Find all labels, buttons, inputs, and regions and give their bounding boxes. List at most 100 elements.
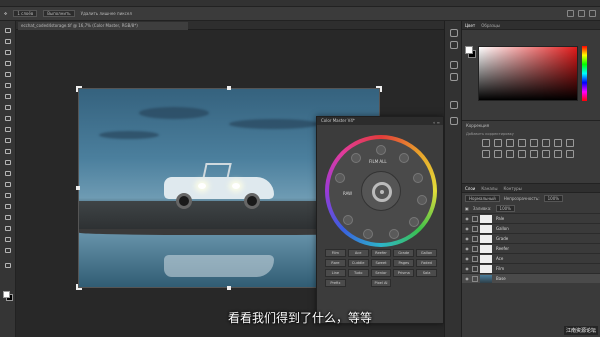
tab-layers[interactable]: Слои <box>465 186 475 191</box>
more-tools-icon[interactable] <box>4 262 12 269</box>
document-tab[interactable]: ecchat_coded4storage.tif @ 16,7% (Color … <box>18 22 188 30</box>
history-icon[interactable] <box>450 29 458 37</box>
plugin-button[interactable]: Prisma <box>393 269 415 277</box>
plugin-button[interactable]: Senior <box>370 269 392 277</box>
blend-mode-select[interactable]: Нормальный <box>465 194 500 202</box>
plugin-button[interactable]: Pixel AI <box>370 279 392 287</box>
frame-tool-icon[interactable] <box>4 82 12 89</box>
channel-mixer-icon[interactable] <box>494 150 502 158</box>
eraser-tool-icon[interactable] <box>4 148 12 155</box>
transform-handle[interactable] <box>227 286 231 290</box>
layer-row[interactable]: ◉ Gallon <box>462 223 600 233</box>
move-tool-icon[interactable]: ✥ <box>4 11 7 16</box>
color-lookup-icon[interactable] <box>506 150 514 158</box>
foreground-color-swatch[interactable] <box>3 291 10 298</box>
transform-handle-corner[interactable] <box>76 86 82 92</box>
foreground-color-swatch[interactable] <box>465 46 473 54</box>
color-wheel-dial[interactable]: FILM ALL RAW <box>325 135 437 247</box>
vibrance-icon[interactable] <box>530 139 538 147</box>
plugin-icon[interactable] <box>450 101 458 109</box>
gradient-tool-icon[interactable] <box>4 159 12 166</box>
posterize-icon[interactable] <box>530 150 538 158</box>
levels-icon[interactable] <box>494 139 502 147</box>
selective-color-icon[interactable] <box>566 150 574 158</box>
transform-button[interactable]: Выполнить <box>43 10 75 17</box>
marquee-tool-icon[interactable] <box>4 38 12 45</box>
plugin-button[interactable]: Faded <box>416 259 437 267</box>
transform-handle-corner[interactable] <box>376 86 382 92</box>
plugin-button[interactable]: Sweet <box>370 259 392 267</box>
eye-icon[interactable]: ◉ <box>462 216 472 221</box>
opacity-input[interactable]: 100% <box>543 194 564 202</box>
transform-handle[interactable] <box>76 186 80 190</box>
eyedropper-tool-icon[interactable] <box>4 93 12 100</box>
layer-row[interactable]: ◉ Ace <box>462 253 600 263</box>
plugin-button[interactable]: Pages <box>393 259 415 267</box>
curves-icon[interactable] <box>506 139 514 147</box>
plugin-button[interactable]: Prefix <box>325 279 346 287</box>
plugin-menu-icon[interactable]: « ≡ <box>433 119 440 127</box>
plugin-button[interactable]: Film <box>325 249 346 257</box>
dial-button[interactable] <box>335 173 345 183</box>
invert-icon[interactable] <box>518 150 526 158</box>
layer-row-base[interactable]: ◉ Base <box>462 273 600 283</box>
dial-button[interactable] <box>399 153 409 163</box>
plugin-button[interactable]: Line <box>325 269 346 277</box>
transform-right-label[interactable]: Удалить лишнее пиксел <box>81 11 132 16</box>
dial-button[interactable] <box>417 195 427 205</box>
dial-button[interactable] <box>389 229 399 239</box>
dial-button[interactable] <box>363 229 373 239</box>
fill-input[interactable]: 100% <box>495 204 515 212</box>
dodge-tool-icon[interactable] <box>4 181 12 188</box>
tab-channels[interactable]: Каналы <box>481 186 497 191</box>
threshold-icon[interactable] <box>542 150 550 158</box>
plugin-button[interactable]: Sala <box>416 269 437 277</box>
type-tool-icon[interactable] <box>4 203 12 210</box>
transform-handle-corner[interactable] <box>76 284 82 290</box>
plugin-button[interactable]: Ace <box>347 249 369 257</box>
pen-tool-icon[interactable] <box>4 192 12 199</box>
dial-button[interactable] <box>343 215 353 225</box>
exposure-icon[interactable] <box>518 139 526 147</box>
eye-icon[interactable]: ◉ <box>462 246 472 251</box>
tab-swatches[interactable]: Образцы <box>481 23 500 28</box>
tab-paths[interactable]: Контуры <box>503 186 521 191</box>
dial-button[interactable] <box>413 173 423 183</box>
lasso-tool-icon[interactable] <box>4 49 12 56</box>
hand-tool-icon[interactable] <box>4 236 12 243</box>
color-picker-field[interactable] <box>478 46 578 101</box>
history-brush-tool-icon[interactable] <box>4 137 12 144</box>
paragraph-icon[interactable] <box>450 73 458 81</box>
quick-select-tool-icon[interactable] <box>4 60 12 67</box>
color-balance-icon[interactable] <box>554 139 562 147</box>
workspace-icon[interactable] <box>578 10 585 17</box>
eye-icon[interactable]: ◉ <box>462 256 472 261</box>
dial-button[interactable] <box>376 145 386 155</box>
hue-saturation-icon[interactable] <box>542 139 550 147</box>
share-icon[interactable] <box>589 10 596 17</box>
stamp-tool-icon[interactable] <box>4 126 12 133</box>
lock-icon[interactable]: ▣ <box>465 206 469 211</box>
eye-icon[interactable]: ◉ <box>462 236 472 241</box>
layer-row[interactable]: ◉ Grade <box>462 233 600 243</box>
healing-tool-icon[interactable] <box>4 104 12 111</box>
search-icon[interactable] <box>567 10 574 17</box>
dial-core[interactable] <box>361 171 401 211</box>
gradient-map-icon[interactable] <box>554 150 562 158</box>
character-icon[interactable] <box>450 61 458 69</box>
dial-button[interactable] <box>351 153 361 163</box>
eye-icon[interactable]: ◉ <box>462 266 472 271</box>
plugin-button[interactable]: Tudo <box>347 269 369 277</box>
tab-color[interactable]: Цвет <box>465 23 475 28</box>
layer-row[interactable]: ◉ Film <box>462 263 600 273</box>
properties-icon[interactable] <box>450 41 458 49</box>
layer-row[interactable]: ◉ Pale <box>462 213 600 223</box>
eye-icon[interactable]: ◉ <box>462 226 472 231</box>
shape-tool-icon[interactable] <box>4 225 12 232</box>
layer-select[interactable]: 1 слоёв <box>13 10 38 17</box>
plugin-button[interactable]: Reefer <box>370 249 392 257</box>
plugin-button[interactable]: Grade <box>393 249 415 257</box>
brush-tool-icon[interactable] <box>4 115 12 122</box>
hue-slider[interactable] <box>582 46 587 101</box>
color-master-icon[interactable] <box>450 117 458 125</box>
